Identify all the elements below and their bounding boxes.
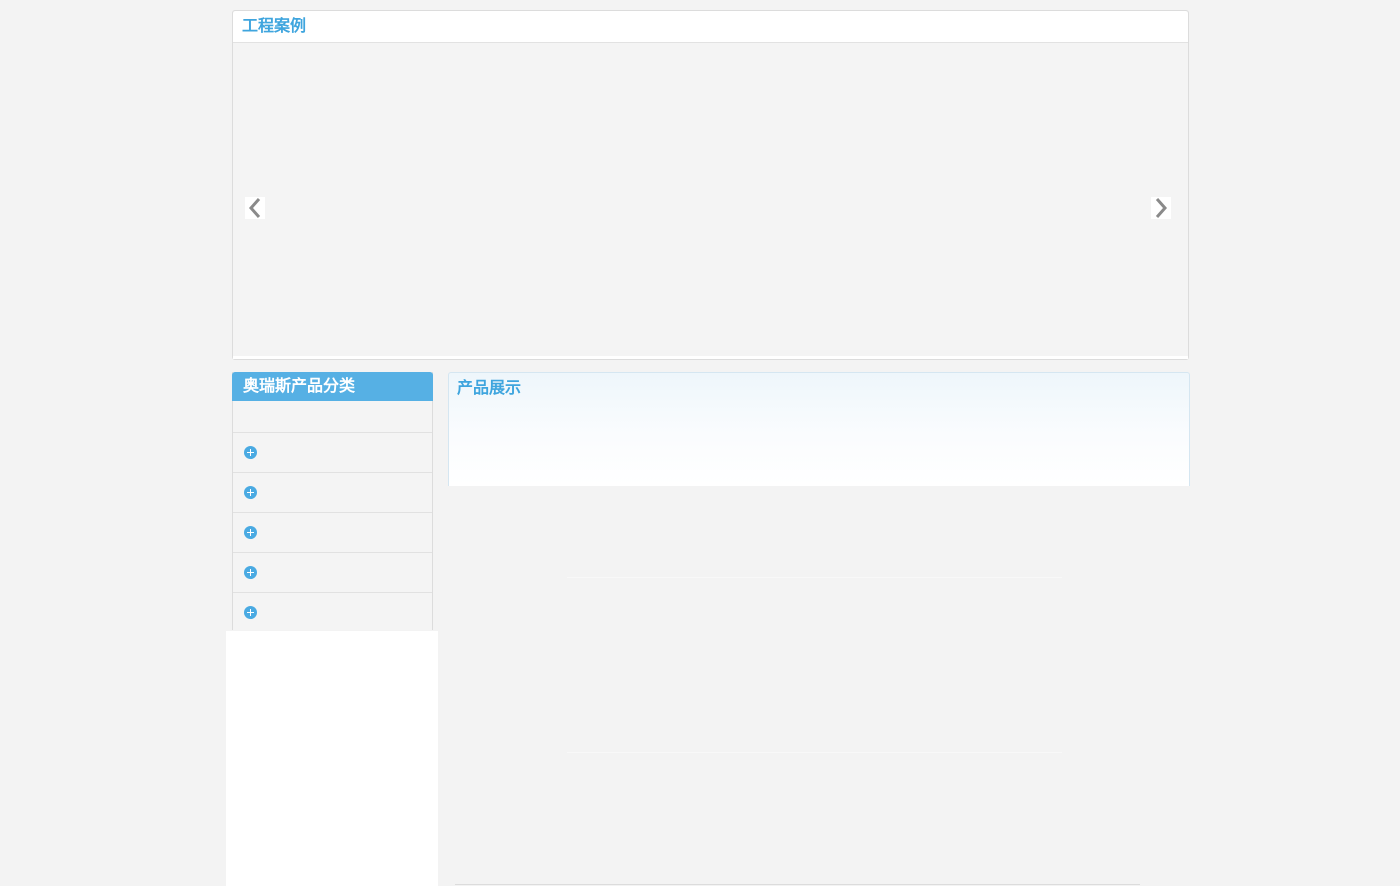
category-item[interactable] [233,473,432,513]
category-item[interactable] [233,553,432,593]
plus-circle-icon[interactable] [244,606,257,619]
category-item[interactable] [233,433,432,473]
product-title: 产品展示 [457,380,522,397]
carousel-next-button[interactable] [1151,197,1171,219]
plus-circle-icon[interactable] [244,566,257,579]
divider [567,577,1062,578]
chevron-right-icon [1155,198,1168,218]
divider [455,884,1140,885]
carousel-prev-button[interactable] [245,197,265,219]
cases-header: 工程案例 [233,11,1188,43]
category-title: 奥瑞斯产品分类 [243,378,356,395]
plus-circle-icon[interactable] [244,486,257,499]
category-item[interactable] [233,513,432,553]
cases-title: 工程案例 [242,18,307,35]
plus-circle-icon[interactable] [244,446,257,459]
category-item[interactable] [233,593,432,632]
cases-panel: 工程案例 [232,10,1189,360]
category-header: 奥瑞斯产品分类 [232,372,433,401]
divider [567,752,1062,753]
sidebar-blank-area [226,631,438,886]
category-spacer-row [233,402,432,433]
plus-circle-icon[interactable] [244,526,257,539]
category-panel: 奥瑞斯产品分类 [232,372,433,630]
cases-scroll-track [233,356,1188,359]
product-panel: 产品展示 [448,372,1190,486]
chevron-left-icon [248,198,261,218]
